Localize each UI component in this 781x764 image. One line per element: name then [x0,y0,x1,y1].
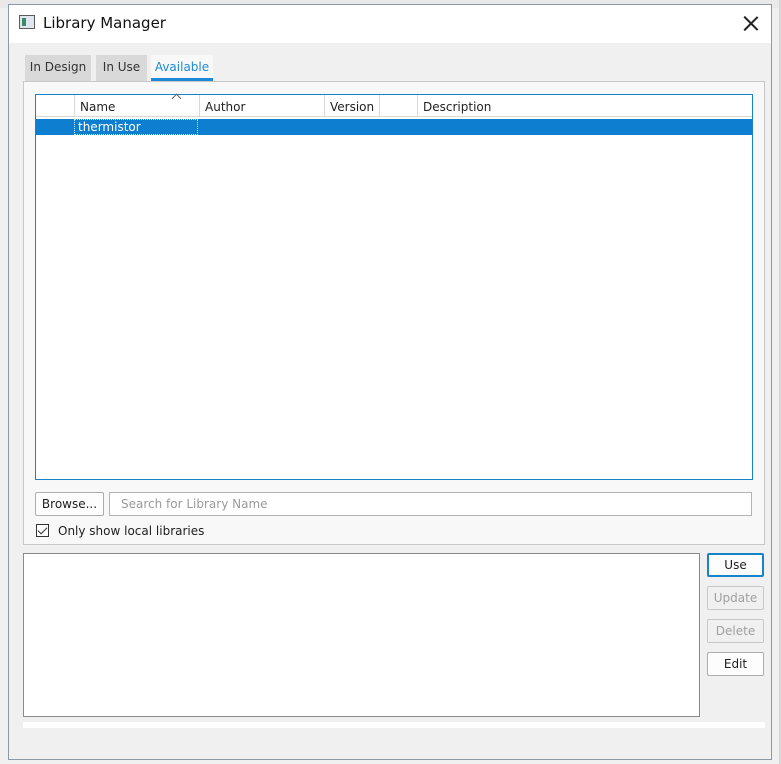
available-panel: Name Author Version Description thermist… [23,81,765,545]
search-input[interactable]: Search for Library Name [109,492,752,516]
column-header-blank[interactable] [36,95,74,116]
app-icon [19,15,35,29]
close-icon[interactable] [737,11,765,37]
column-header-author[interactable]: Author [199,95,324,116]
status-progress-bar [23,722,765,728]
column-header-description[interactable]: Description [417,95,752,116]
delete-button[interactable]: Delete [707,619,764,643]
title-bar: Library Manager [9,5,771,43]
browse-button[interactable]: Browse... [35,492,104,516]
table-row[interactable]: thermistor [36,119,752,135]
window-title: Library Manager [43,14,166,32]
tab-in-use[interactable]: In Use [96,55,147,81]
row-description-cell [417,119,752,135]
tab-available[interactable]: Available [151,55,213,81]
column-header-name-label: Name [80,100,116,114]
checkmark-icon [37,524,48,535]
library-details-pane [23,553,700,717]
row-author-cell [199,119,324,135]
table-header: Name Author Version Description [36,95,752,117]
column-header-name[interactable]: Name [74,95,199,116]
row-version-cell [324,119,417,135]
edit-button[interactable]: Edit [707,652,764,676]
sort-ascending-icon [172,95,182,101]
use-button[interactable]: Use [707,553,764,577]
column-header-blank-2[interactable] [379,95,417,116]
library-manager-dialog: Library Manager In Design In Use Availab… [8,4,772,760]
row-name-cell: thermistor [74,119,198,135]
library-table[interactable]: Name Author Version Description thermist… [35,94,753,480]
only-local-label: Only show local libraries [58,524,205,538]
column-header-version[interactable]: Version [324,95,379,116]
update-button[interactable]: Update [707,586,764,610]
only-local-checkbox[interactable] [36,524,49,537]
tab-in-design[interactable]: In Design [25,55,91,81]
